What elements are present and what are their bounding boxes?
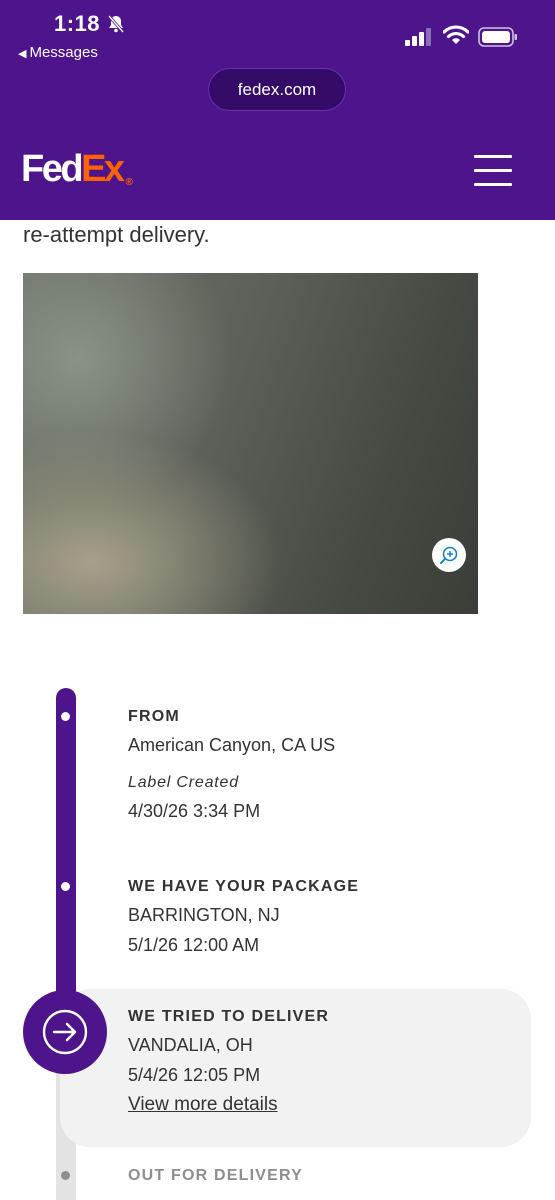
timeline-dot — [61, 882, 70, 891]
event-title: WE TRIED TO DELIVER — [128, 1008, 330, 1025]
event-datetime: 5/4/26 12:05 PM — [128, 1065, 261, 1085]
event-from: FROM American Canyon, CA US Label Create… — [128, 708, 335, 822]
intro-text: re-attempt delivery. — [23, 222, 210, 247]
event-status: Label Created — [128, 774, 239, 791]
zoom-in-icon[interactable] — [432, 538, 466, 572]
wifi-icon — [443, 25, 469, 44]
event-title: OUT FOR DELIVERY — [128, 1167, 304, 1184]
event-location: American Canyon, CA US — [128, 735, 336, 755]
status-time: 1:18 — [54, 11, 101, 36]
back-triangle-icon: ◀ — [18, 48, 27, 60]
bell-slash-icon — [107, 15, 125, 33]
arrow-right-circle-icon — [23, 990, 107, 1074]
battery-icon — [478, 27, 517, 47]
timeline-track-complete — [56, 688, 76, 1028]
event-out-for-delivery: OUT FOR DELIVERY — [128, 1167, 303, 1185]
view-more-details-link[interactable]: View more details — [128, 1094, 278, 1116]
timeline-dot-pending — [61, 1171, 70, 1180]
url-bar[interactable]: fedex.com — [208, 68, 346, 111]
event-location: BARRINGTON, NJ — [128, 905, 280, 925]
top-bar: 1:18 ◀ Messages fedex.com FedEx ® — [0, 0, 555, 220]
event-tried-deliver: WE TRIED TO DELIVER VANDALIA, OH 5/4/26 … — [128, 1008, 329, 1116]
hamburger-menu-icon[interactable] — [474, 155, 512, 187]
event-title: WE HAVE YOUR PACKAGE — [128, 878, 360, 895]
event-title: FROM — [128, 708, 180, 725]
cellular-signal-icon — [405, 28, 431, 46]
event-have-package: WE HAVE YOUR PACKAGE BARRINGTON, NJ 5/1/… — [128, 878, 359, 956]
delivery-photo[interactable] — [23, 273, 478, 614]
event-datetime: 4/30/26 3:34 PM — [128, 801, 261, 821]
fedex-logo[interactable]: FedEx ® — [21, 150, 133, 188]
timeline-dot — [61, 712, 70, 721]
event-datetime: 5/1/26 12:00 AM — [128, 935, 260, 955]
back-to-messages[interactable]: ◀ Messages — [18, 44, 98, 61]
event-location: VANDALIA, OH — [128, 1035, 253, 1055]
